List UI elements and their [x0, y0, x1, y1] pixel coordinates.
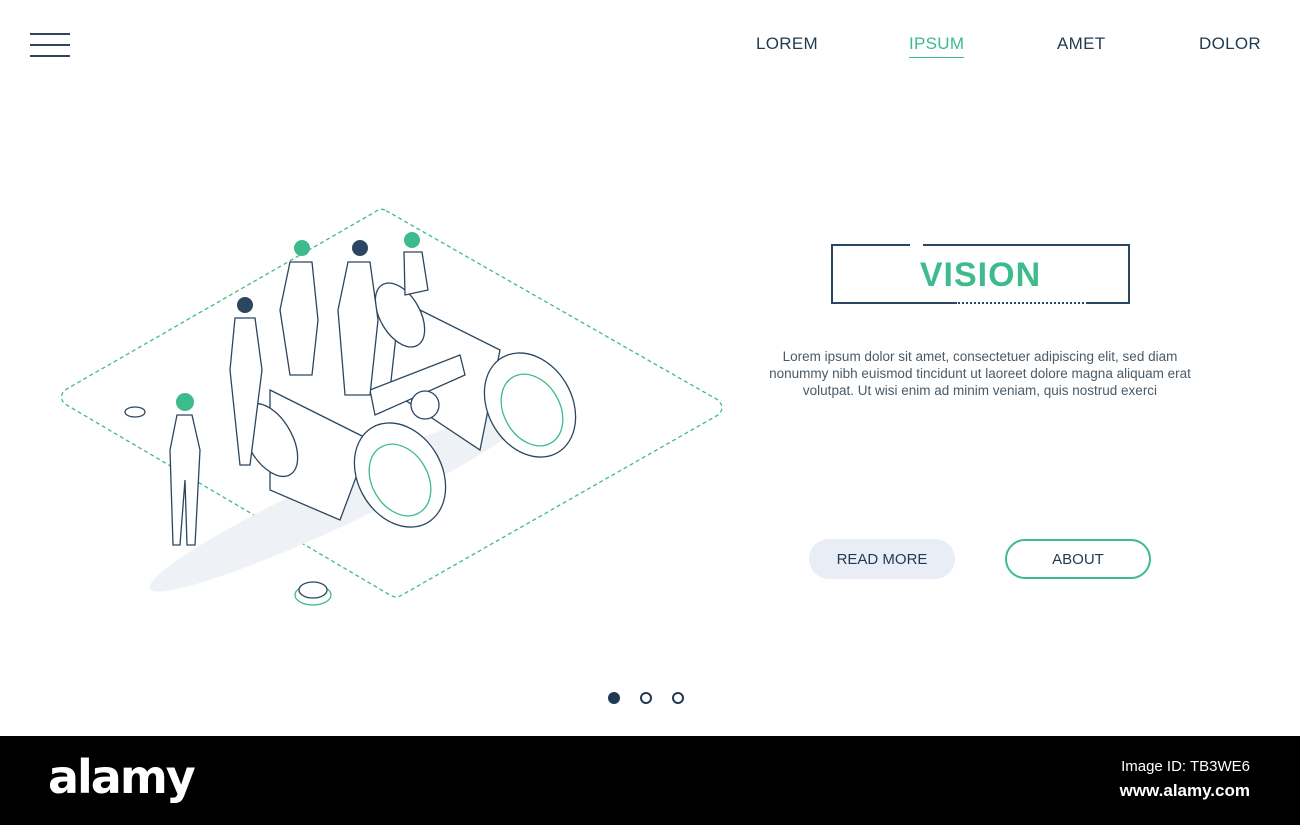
hero-description: Lorem ipsum dolor sit amet, consectetuer… — [769, 349, 1191, 398]
binoculars-team-illustration — [60, 208, 723, 606]
pagination-dot-3[interactable] — [672, 692, 684, 704]
alamy-logo: alamy — [48, 750, 196, 804]
nav-lorem[interactable]: LOREM — [756, 34, 818, 54]
page-title: VISION — [919, 256, 1042, 294]
nav-amet[interactable]: AMET — [1057, 34, 1105, 54]
image-id: Image ID: TB3WE6 — [1121, 758, 1250, 775]
about-button[interactable]: ABOUT — [1005, 539, 1151, 579]
nav-dolor[interactable]: DOLOR — [1199, 34, 1261, 54]
alamy-url: www.alamy.com — [1119, 781, 1250, 800]
pagination-dot-2[interactable] — [640, 692, 652, 704]
pagination-dot-1[interactable] — [608, 692, 620, 704]
watermark-footer: alamy Image ID: TB3WE6 www.alamy.com — [0, 736, 1300, 825]
read-more-button[interactable]: READ MORE — [809, 539, 955, 579]
hamburger-menu-icon[interactable] — [30, 33, 70, 57]
nav-ipsum[interactable]: IPSUM — [909, 34, 965, 58]
